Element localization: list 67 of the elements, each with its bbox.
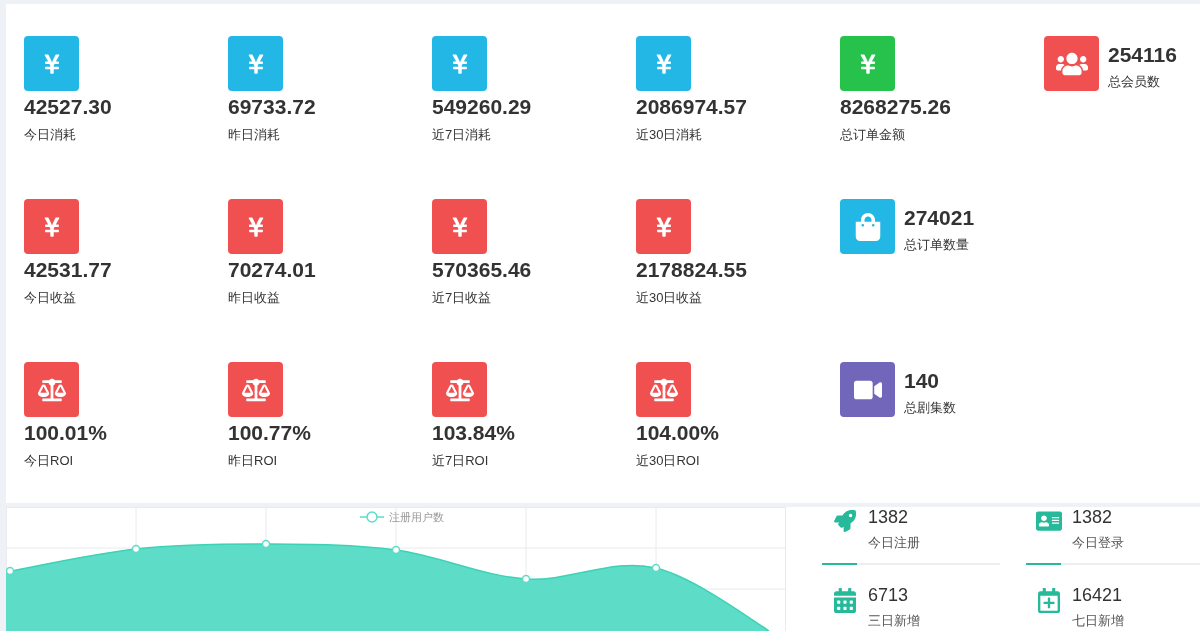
yen-icon — [636, 36, 691, 91]
stat-value: 104.00% — [636, 421, 719, 445]
stat-label: 今日ROI — [24, 452, 74, 470]
stat-label: 今日消耗 — [24, 126, 76, 144]
count-value: 16421 — [1072, 585, 1123, 605]
stat-value: 42527.30 — [24, 95, 112, 119]
stat-label: 总剧集数 — [904, 399, 956, 417]
stat-value: 100.01% — [24, 421, 107, 445]
data-point — [651, 563, 661, 573]
count-value: 1382 — [868, 507, 909, 527]
stat-label: 近30日ROI — [636, 452, 700, 470]
stat-value: 100.77% — [228, 421, 311, 445]
legend-label: 注册用户数 — [389, 510, 444, 524]
balance-scale-icon — [228, 362, 283, 417]
count-label: 七日新增 — [1072, 613, 1124, 629]
users-icon — [1044, 36, 1099, 91]
stat-label: 总订单数量 — [904, 236, 969, 254]
count-label: 三日新增 — [868, 613, 920, 629]
stat-value: 140 — [904, 369, 940, 393]
data-point — [261, 539, 271, 549]
stat-label: 昨日消耗 — [228, 126, 280, 144]
stat-label: 近7日ROI — [432, 452, 489, 470]
yen-icon — [24, 36, 79, 91]
stat-label: 总会员数 — [1108, 73, 1160, 91]
yen-icon — [432, 36, 487, 91]
stat-label: 近7日收益 — [432, 289, 492, 307]
yen-icon — [432, 199, 487, 254]
count-value: 1382 — [1072, 507, 1113, 527]
stat-label: 近30日收益 — [636, 289, 703, 307]
yen-icon — [24, 199, 79, 254]
stat-label: 今日收益 — [24, 289, 76, 307]
stat-value: 549260.29 — [432, 95, 532, 119]
yen-icon — [840, 36, 895, 91]
count-label: 今日注册 — [868, 535, 920, 551]
stat-label: 昨日收益 — [228, 289, 280, 307]
stat-value: 69733.72 — [228, 95, 316, 119]
count-value: 6713 — [868, 585, 909, 605]
stat-label: 昨日ROI — [228, 452, 278, 470]
yen-icon — [228, 36, 283, 91]
stat-value: 274021 — [904, 206, 975, 230]
data-point — [521, 574, 531, 584]
stat-label: 近30日消耗 — [636, 126, 703, 144]
stat-value: 8268275.26 — [840, 95, 951, 119]
id-card-icon — [1036, 510, 1062, 532]
stat-value: 570365.46 — [432, 258, 532, 282]
balance-scale-icon — [636, 362, 691, 417]
video-camera-icon — [840, 362, 895, 417]
yen-icon — [636, 199, 691, 254]
stat-value: 2086974.57 — [636, 95, 747, 119]
stat-value: 70274.01 — [228, 258, 316, 282]
calendar-icon — [834, 588, 856, 613]
data-point — [131, 544, 141, 554]
stat-value: 2178824.55 — [636, 258, 747, 282]
stat-label: 近7日消耗 — [432, 126, 492, 144]
stat-value: 103.84% — [432, 421, 515, 445]
stat-label: 总订单金额 — [840, 126, 905, 144]
shopping-bag-icon — [840, 199, 895, 254]
stat-value: 42531.77 — [24, 258, 112, 282]
count-label: 今日登录 — [1072, 535, 1124, 551]
yen-icon — [228, 199, 283, 254]
stat-value: 254116 — [1108, 43, 1177, 67]
rocket-icon — [834, 510, 856, 532]
balance-scale-icon — [432, 362, 487, 417]
calendar-plus-icon — [1038, 588, 1060, 613]
balance-scale-icon — [24, 362, 79, 417]
data-point — [391, 545, 401, 555]
legend-marker-icon — [360, 511, 384, 523]
